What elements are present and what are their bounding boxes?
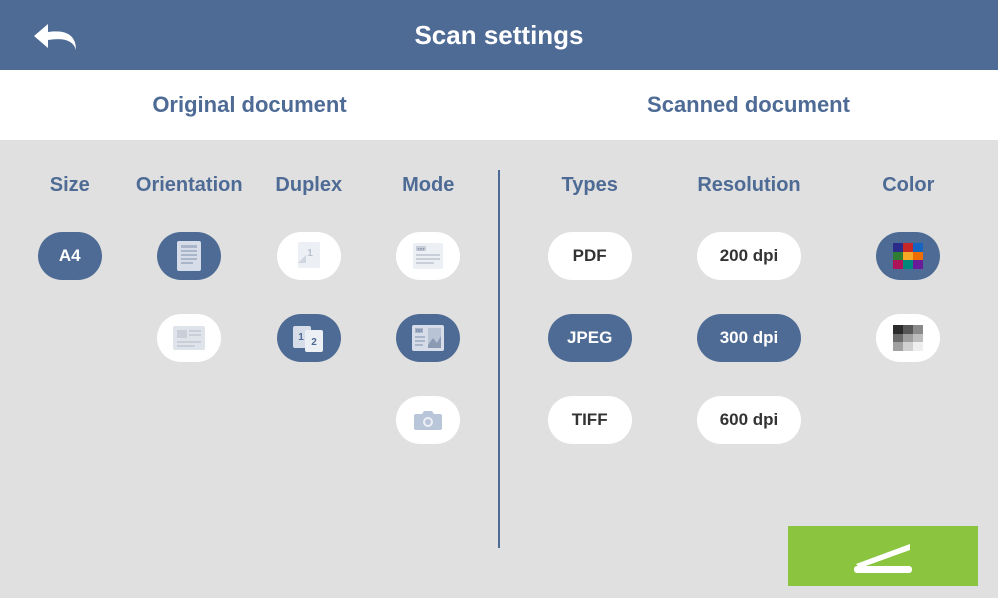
label-color: Color (882, 160, 934, 210)
svg-text:2: 2 (311, 337, 317, 348)
mode-text-photo[interactable]: TXT (396, 314, 460, 362)
svg-text:TXT: TXT (417, 247, 425, 252)
svg-text:TXT: TXT (416, 329, 423, 333)
label-orientation: Orientation (136, 160, 243, 210)
type-pdf[interactable]: PDF (548, 232, 632, 280)
portrait-icon (177, 241, 201, 271)
double-sided-icon: 1 2 (292, 323, 326, 353)
label-resolution: Resolution (697, 160, 800, 210)
label-size: Size (50, 160, 90, 210)
mode-text-icon: TXT (413, 243, 443, 269)
col-orientation: Orientation (130, 160, 250, 444)
section-scanned: Scanned document (499, 70, 998, 140)
section-original: Original document (0, 70, 499, 140)
scan-button[interactable] (788, 526, 978, 586)
size-option-a4[interactable]: A4 (38, 232, 102, 280)
header-bar: Scan settings (0, 0, 998, 70)
color-swatch-icon (893, 243, 923, 269)
col-duplex: Duplex 1 (249, 160, 369, 444)
svg-text:1: 1 (298, 332, 304, 343)
col-mode: Mode TXT (369, 160, 489, 444)
single-sided-icon: 1 (295, 241, 323, 271)
back-button[interactable] (30, 18, 80, 59)
landscape-icon (173, 326, 205, 350)
mode-photo[interactable] (396, 396, 460, 444)
type-jpeg[interactable]: JPEG (548, 314, 632, 362)
svg-text:1: 1 (307, 248, 313, 259)
col-color: Color (829, 160, 988, 444)
label-types: Types (562, 160, 618, 210)
mode-text[interactable]: TXT (396, 232, 460, 280)
mode-textphoto-icon: TXT (412, 325, 444, 351)
camera-icon (413, 408, 443, 432)
orientation-portrait[interactable] (157, 232, 221, 280)
col-resolution: Resolution 200 dpi 300 dpi 600 dpi (669, 160, 828, 444)
col-size: Size A4 (10, 160, 130, 444)
original-panel: Size A4 Orientation (0, 140, 498, 598)
page-title: Scan settings (0, 20, 998, 51)
color-color[interactable] (876, 232, 940, 280)
back-arrow-icon (30, 18, 80, 54)
label-duplex: Duplex (275, 160, 342, 210)
grayscale-swatch-icon (893, 325, 923, 351)
res-300[interactable]: 300 dpi (697, 314, 801, 362)
main-area: Size A4 Orientation (0, 140, 998, 598)
duplex-single[interactable]: 1 (277, 232, 341, 280)
res-600[interactable]: 600 dpi (697, 396, 801, 444)
res-200[interactable]: 200 dpi (697, 232, 801, 280)
type-tiff[interactable]: TIFF (548, 396, 632, 444)
duplex-double[interactable]: 1 2 (277, 314, 341, 362)
label-mode: Mode (402, 160, 454, 210)
col-types: Types PDF JPEG TIFF (510, 160, 669, 444)
orientation-landscape[interactable] (157, 314, 221, 362)
sections-bar: Original document Scanned document (0, 70, 998, 140)
color-grayscale[interactable] (876, 314, 940, 362)
scanner-icon (848, 536, 918, 576)
